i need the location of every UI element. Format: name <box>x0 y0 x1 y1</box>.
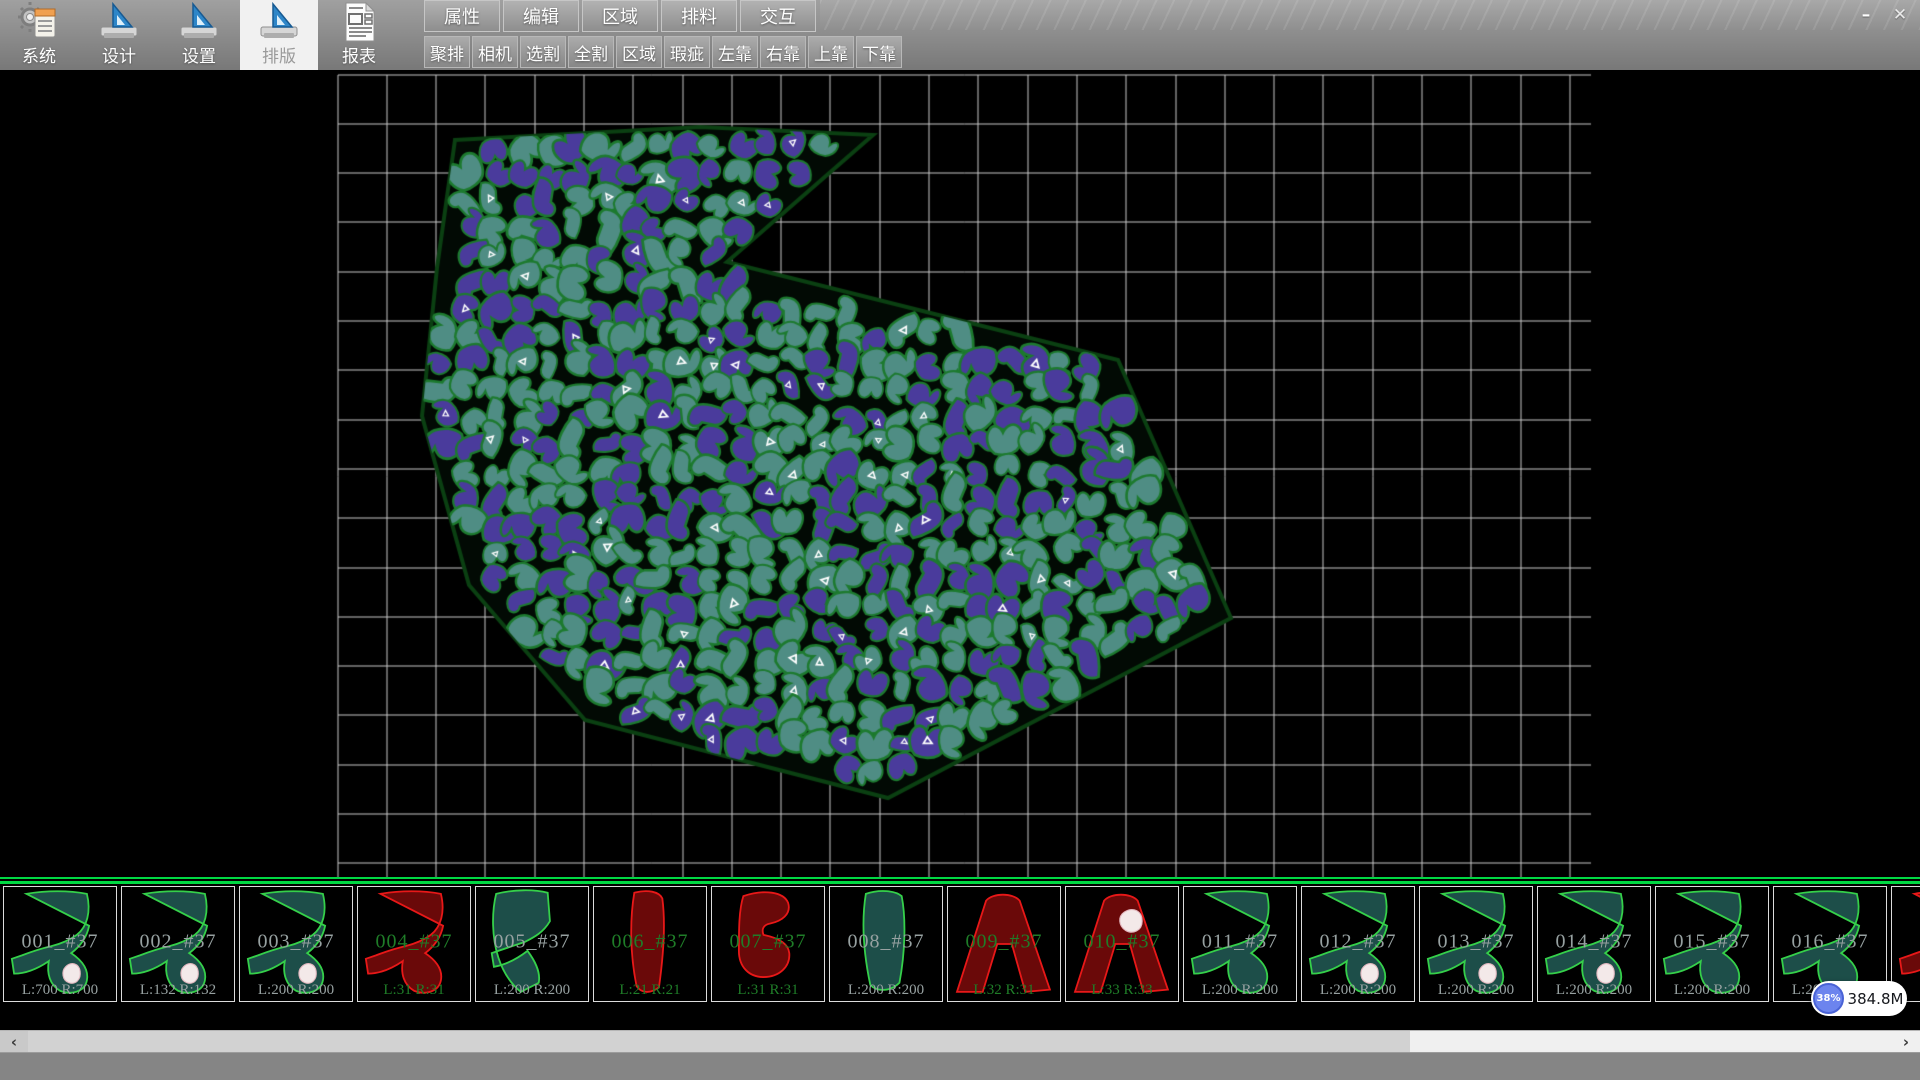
part-lr-values: L:200 R:200 <box>476 982 588 999</box>
horizontal-scrollbar[interactable]: ‹ › <box>0 1030 1920 1052</box>
nesting-canvas[interactable] <box>0 72 1920 877</box>
part-lr-values: L:200 R:200 <box>1302 982 1414 999</box>
part-tile-006_#37[interactable]: 006_#37 L:21 R:21 <box>593 886 707 1002</box>
part-id: 004_#37 <box>358 931 470 954</box>
part-id: 007_#37 <box>712 931 824 954</box>
part-tile-012_#37[interactable]: 012_#37 L:200 R:200 <box>1301 886 1415 1002</box>
tool-item-camera[interactable]: 相机 <box>472 36 518 68</box>
app-button-label: 系统 <box>22 48 56 67</box>
menu-item-edit[interactable]: 编辑 <box>503 0 579 32</box>
part-lr-values: L:132 R:132 <box>122 982 234 999</box>
scroll-left-arrow-icon[interactable]: ‹ <box>0 1031 28 1053</box>
part-tile-014_#37[interactable]: 014_#37 L:200 R:200 <box>1537 886 1651 1002</box>
part-tile-008_#37[interactable]: 008_#37 L:200 R:200 <box>829 886 943 1002</box>
minimize-button[interactable]: – <box>1852 3 1880 26</box>
part-tile-011_#37[interactable]: 011_#37 L:200 R:200 <box>1183 886 1297 1002</box>
scroll-right-arrow-icon[interactable]: › <box>1892 1031 1920 1053</box>
app-button-system[interactable]: 系统 <box>0 0 78 70</box>
part-tile-003_#37[interactable]: 003_#37 L:200 R:200 <box>239 886 353 1002</box>
tool-item-snap-right[interactable]: 右靠 <box>760 36 806 68</box>
part-id: 010_#37 <box>1066 931 1178 954</box>
tool-bar: 聚排相机选割全割区域瑕疵左靠右靠上靠下靠 <box>424 36 904 68</box>
part-id: 001_#37 <box>4 931 116 954</box>
app-button-design[interactable]: 设计 <box>80 0 158 70</box>
part-lr-values: L:200 R:200 <box>830 982 942 999</box>
part-id: 002_#37 <box>122 931 234 954</box>
scrollbar-thumb[interactable] <box>28 1031 1410 1053</box>
status-bar <box>0 1052 1920 1080</box>
tool-item-cut-all[interactable]: 全割 <box>568 36 614 68</box>
tool-item-snap-top[interactable]: 上靠 <box>808 36 854 68</box>
app-button-report[interactable]: 报表 <box>320 0 398 70</box>
part-tile-010_#37[interactable]: 010_#37 L:33 R:33 <box>1065 886 1179 1002</box>
part-tile-005_#37[interactable]: 005_#37 L:200 R:200 <box>475 886 589 1002</box>
part-id: 012_#37 <box>1302 931 1414 954</box>
app-toolbar: 系统 设计 设置 排版 报表 <box>0 0 420 70</box>
part-id: 003_#37 <box>240 931 352 954</box>
part-id: 005_#37 <box>476 931 588 954</box>
menu-item-nesting[interactable]: 排料 <box>661 0 737 32</box>
title-bar: – ✕ <box>820 0 1920 30</box>
close-button[interactable]: ✕ <box>1886 3 1914 26</box>
app-button-label: 排版 <box>262 48 296 67</box>
part-tile-009_#37[interactable]: 009_#37 L:32 R:31 <box>947 886 1061 1002</box>
part-tile-013_#37[interactable]: 013_#37 L:200 R:200 <box>1419 886 1533 1002</box>
part-id: 008_#37 <box>830 931 942 954</box>
part-lr-values: L:200 R:200 <box>1538 982 1650 999</box>
part-tile-002_#37[interactable]: 002_#37 L:132 R:132 <box>121 886 235 1002</box>
part-tile-015_#37[interactable]: 015_#37 L:200 R:200 <box>1655 886 1769 1002</box>
memory-badge: 38% 384.8M <box>1811 981 1907 1016</box>
menu-bar: 属性编辑区域排料交互 <box>424 0 819 32</box>
part-lr-values: L:31 R:31 <box>712 982 824 999</box>
app-button-layout[interactable]: 排版 <box>240 0 318 70</box>
app-button-label: 报表 <box>342 48 376 67</box>
part-id: 006_#37 <box>594 931 706 954</box>
part-lr-values: L:200 R:200 <box>1656 982 1768 999</box>
parts-tiles: 001_#37 L:700 R:700 002_#37 L:132 R:132 003_… <box>3 886 1920 1004</box>
layout-icon <box>256 0 302 48</box>
part-id: 011_#37 <box>1184 931 1296 954</box>
part-lr-values: L:700 R:700 <box>4 982 116 999</box>
system-icon <box>16 0 62 48</box>
menu-item-region[interactable]: 区域 <box>582 0 658 32</box>
part-lr-values: L:31 R:31 <box>358 982 470 999</box>
part-id: 015_#37 <box>1656 931 1768 954</box>
part-id: 013_#37 <box>1420 931 1532 954</box>
memory-value: 384.8M <box>1844 990 1907 1008</box>
strip-accent-line <box>0 877 1920 879</box>
header: – ✕ 系统设计设置排版报表 属性编辑区域排料交互 聚排相机选割全割区域瑕疵左靠… <box>0 0 1920 72</box>
design-icon <box>96 0 142 48</box>
part-lr-values: L:200 R:200 <box>240 982 352 999</box>
part-lr-values: L:32 R:31 <box>948 982 1060 999</box>
settings-icon <box>176 0 222 48</box>
part-id: 009_#37 <box>948 931 1060 954</box>
part-tile-004_#37[interactable]: 004_#37 L:31 R:31 <box>357 886 471 1002</box>
part-lr-values: L:200 R:200 <box>1184 982 1296 999</box>
part-tile-007_#37[interactable]: 007_#37 L:31 R:31 <box>711 886 825 1002</box>
strip-accent-line-2 <box>0 881 1920 884</box>
tool-item-snap-left[interactable]: 左靠 <box>712 36 758 68</box>
menu-item-properties[interactable]: 属性 <box>424 0 500 32</box>
tool-item-zone[interactable]: 区域 <box>616 36 662 68</box>
part-tile-001_#37[interactable]: 001_#37 L:700 R:700 <box>3 886 117 1002</box>
part-id: 014_#37 <box>1538 931 1650 954</box>
app-button-settings[interactable]: 设置 <box>160 0 238 70</box>
app-button-label: 设置 <box>182 48 216 67</box>
report-icon <box>336 0 382 48</box>
part-lr-values: L:21 R:21 <box>594 982 706 999</box>
parts-strip: 001_#37 L:700 R:700 002_#37 L:132 R:132 003_… <box>0 877 1920 1030</box>
progress-circle: 38% <box>1813 983 1844 1014</box>
part-lr-values: L:33 R:33 <box>1066 982 1178 999</box>
tool-item-select-cut[interactable]: 选割 <box>520 36 566 68</box>
menu-item-interaction[interactable]: 交互 <box>740 0 816 32</box>
part-lr-values: L:200 R:200 <box>1420 982 1532 999</box>
app-button-label: 设计 <box>102 48 136 67</box>
tool-item-snap-bottom[interactable]: 下靠 <box>856 36 902 68</box>
tool-item-defect[interactable]: 瑕疵 <box>664 36 710 68</box>
part-id: 016_#37 <box>1774 931 1886 954</box>
tool-item-cluster-nest[interactable]: 聚排 <box>424 36 470 68</box>
